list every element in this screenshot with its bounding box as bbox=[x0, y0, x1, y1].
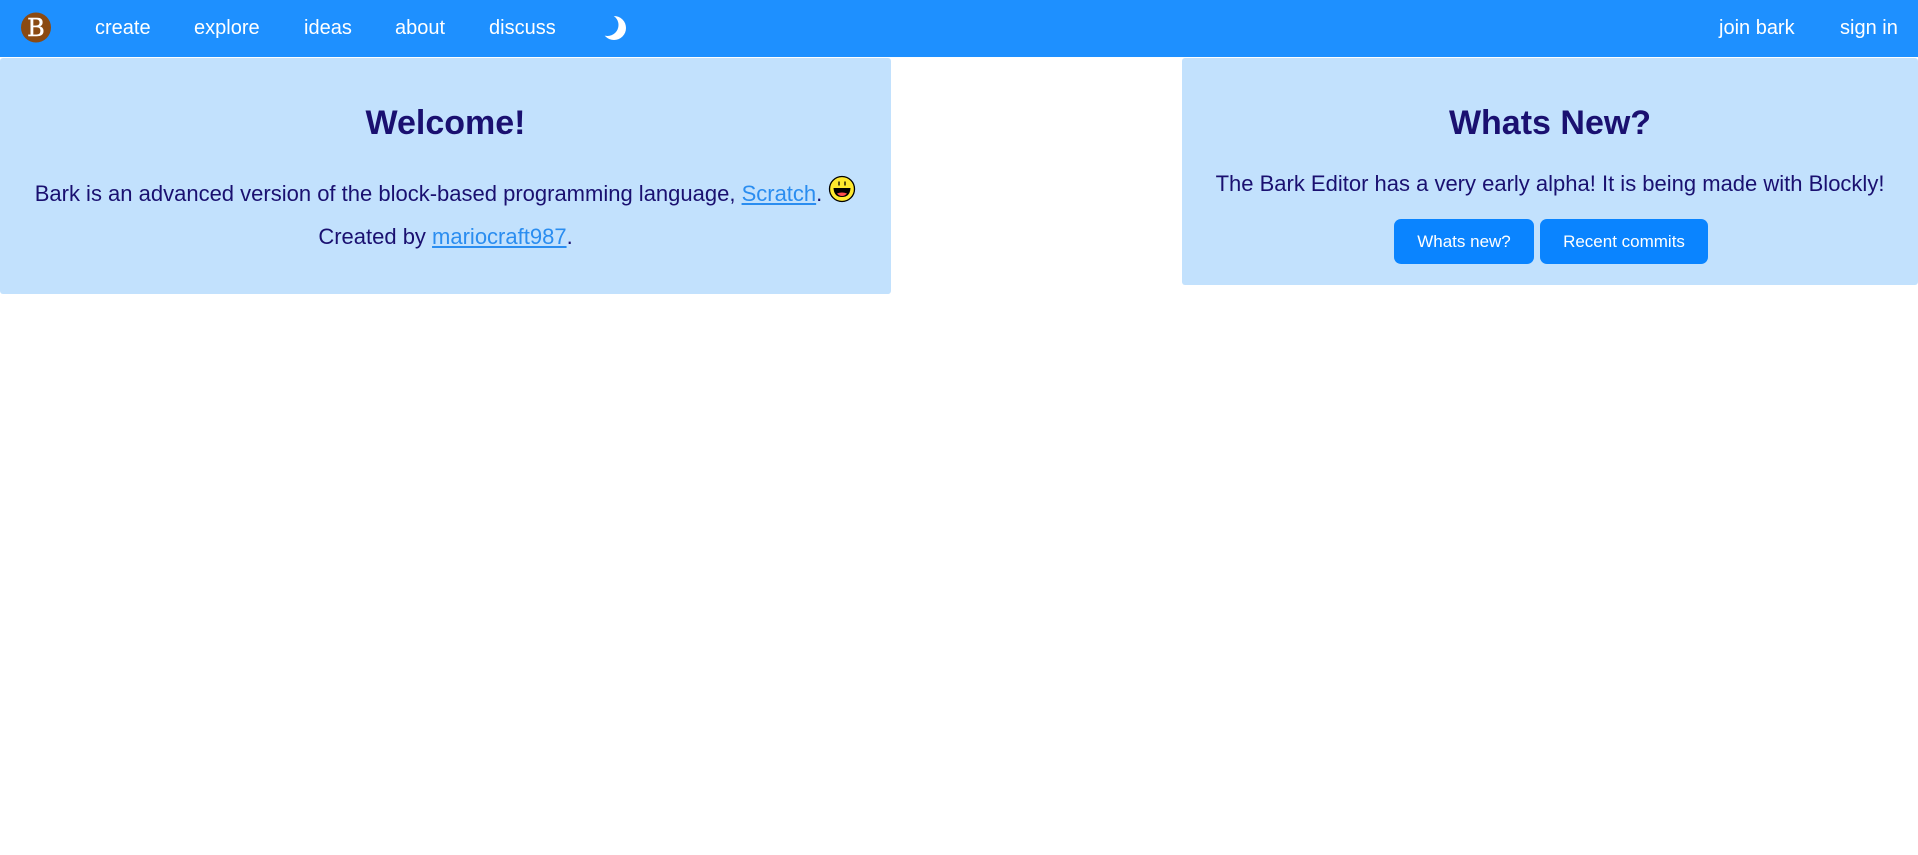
bark-logo[interactable]: B bbox=[20, 11, 52, 44]
moon-icon[interactable] bbox=[600, 14, 628, 42]
navbar: B create explore ideas about discuss joi… bbox=[0, 0, 1918, 57]
created-by-text: Created by bbox=[318, 224, 433, 249]
logo-letter: B bbox=[27, 14, 45, 42]
nav-about-link[interactable]: about bbox=[395, 0, 445, 57]
welcome-description: Bark is an advanced version of the block… bbox=[0, 175, 891, 207]
nav-create-link[interactable]: create bbox=[95, 0, 151, 57]
nav-explore-link[interactable]: explore bbox=[194, 0, 260, 57]
join-bark-link[interactable]: join bark bbox=[1719, 0, 1795, 57]
created-by-period: . bbox=[566, 224, 573, 249]
whats-new-title: Whats New? bbox=[1448, 104, 1652, 142]
welcome-description-period: . bbox=[816, 181, 823, 206]
nav-ideas-link[interactable]: ideas bbox=[304, 0, 352, 57]
whats-new-description: The Bark Editor has a very early alpha! … bbox=[1215, 171, 1885, 196]
welcome-description-text: Bark is an advanced version of the block… bbox=[34, 181, 742, 206]
whats-new-button[interactable]: Whats new? bbox=[1394, 219, 1534, 264]
whats-new-card: Whats New? The Bark Editor has a very ea… bbox=[1182, 58, 1918, 285]
nav-discuss-link[interactable]: discuss bbox=[489, 0, 556, 57]
author-link[interactable]: mariocraft987 bbox=[432, 224, 567, 249]
welcome-card: Welcome! Bark is an advanced version of … bbox=[0, 58, 891, 294]
smiley-icon bbox=[829, 175, 856, 203]
sign-in-link[interactable]: sign in bbox=[1840, 0, 1898, 57]
created-by-line: Created by mariocraft987. bbox=[0, 224, 891, 250]
scratch-link[interactable]: Scratch bbox=[742, 181, 817, 206]
welcome-title: Welcome! bbox=[365, 104, 526, 142]
recent-commits-button[interactable]: Recent commits bbox=[1540, 219, 1708, 264]
